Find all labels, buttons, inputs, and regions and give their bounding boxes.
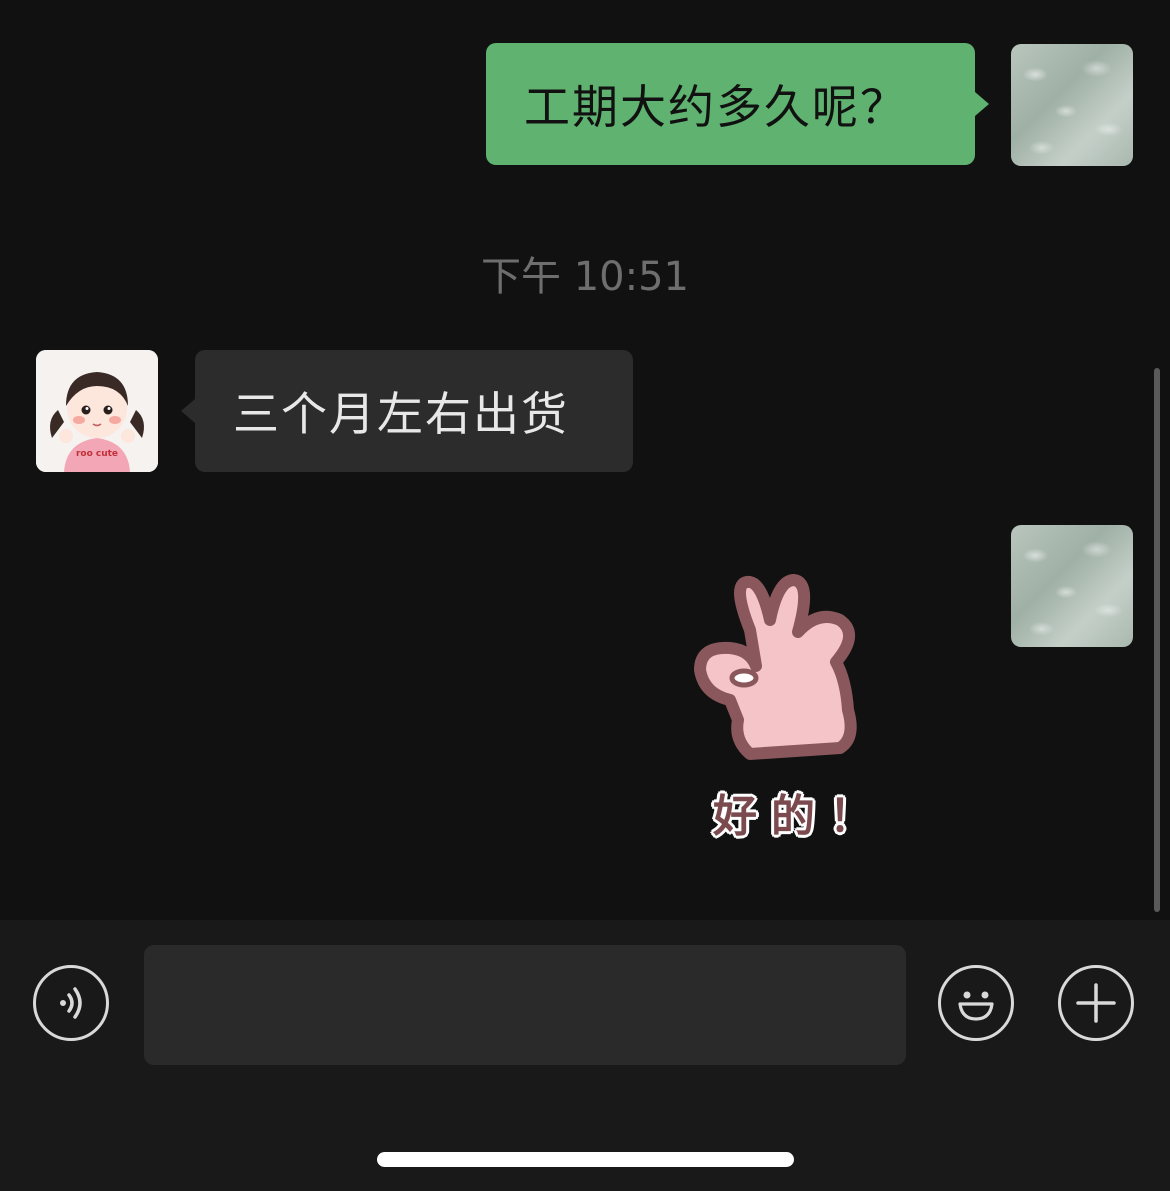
plus-button[interactable]: [1058, 965, 1134, 1041]
home-indicator[interactable]: [377, 1152, 794, 1167]
message-text: 工期大约多久呢？: [524, 80, 908, 134]
voice-button[interactable]: [33, 965, 109, 1041]
ok-hand-sticker[interactable]: 好的！: [690, 570, 910, 842]
message-input[interactable]: [144, 945, 906, 1065]
ok-hand-icon: [694, 574, 857, 760]
message-list[interactable]: 工期大约多久呢？ 下午 10:51 roo cute 三个月左右出货 好的！: [0, 0, 1170, 920]
self-avatar[interactable]: [1011, 525, 1133, 647]
input-bar: [0, 920, 1170, 1191]
bubble-tail: [181, 399, 195, 423]
message-timestamp: 下午 10:51: [481, 254, 689, 300]
contact-avatar[interactable]: roo cute: [36, 350, 158, 472]
svg-text:roo cute: roo cute: [76, 449, 118, 459]
message-bubble-outgoing[interactable]: 工期大约多久呢？: [486, 43, 975, 165]
bubble-tail: [975, 92, 989, 116]
message-bubble-incoming[interactable]: 三个月左右出货: [195, 350, 633, 472]
scrollbar[interactable]: [1154, 368, 1160, 912]
voice-icon: [60, 987, 82, 1019]
emoji-icon: [958, 991, 994, 1021]
message-text: 三个月左右出货: [233, 387, 569, 441]
chat-screen: 工期大约多久呢？ 下午 10:51 roo cute 三个月左右出货 好的！: [0, 0, 1170, 1191]
sticker-caption: 好的！: [713, 791, 887, 842]
emoji-button[interactable]: [938, 965, 1014, 1041]
plus-icon: [1076, 983, 1116, 1023]
self-avatar[interactable]: [1011, 44, 1133, 166]
cartoon-girl-icon: roo cute: [36, 350, 158, 472]
